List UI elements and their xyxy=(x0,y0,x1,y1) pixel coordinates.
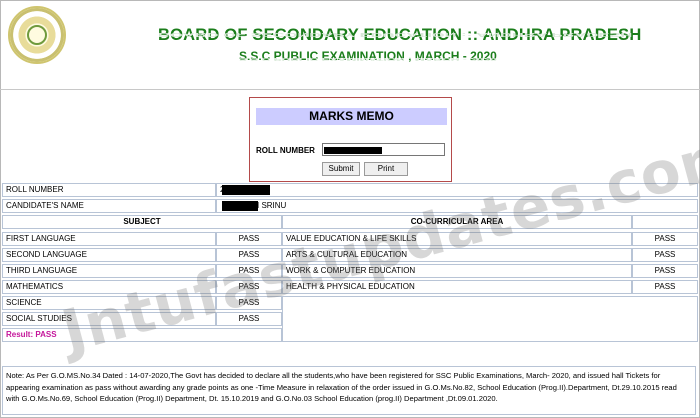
header-divider xyxy=(0,89,700,90)
co-curricular-result: PASS xyxy=(632,264,698,278)
roll-redaction xyxy=(222,185,270,195)
marks-memo-form: MARKS MEMO ROLL NUMBER Submit Print xyxy=(249,97,452,182)
candidate-name-header: CANDIDATE'S NAME xyxy=(2,199,216,213)
ap-emblem-logo xyxy=(8,6,66,64)
board-title-reflection: BOARD OF SECONDARY EDUCATION :: ANDHRA P… xyxy=(158,31,633,38)
co-curricular-result: PASS xyxy=(632,280,698,294)
exam-title-reflection: S.S.C PUBLIC EXAMINATION , MARCH - 2020 xyxy=(239,57,497,62)
subject-header: SUBJECT xyxy=(2,215,282,229)
roll-number-header: ROLL NUMBER xyxy=(2,183,216,197)
govt-order-note: Note: As Per G.O.MS.No.34 Dated : 14-07-… xyxy=(2,366,696,415)
name-redaction xyxy=(222,201,258,211)
memo-title: MARKS MEMO xyxy=(256,108,447,125)
subject-name: FIRST LANGUAGE xyxy=(2,232,216,246)
submit-button[interactable]: Submit xyxy=(322,162,360,176)
page-header: BOARD OF SECONDARY EDUCATION :: ANDHRA P… xyxy=(1,1,699,89)
roll-number-label: ROLL NUMBER xyxy=(256,146,315,155)
roll-number-input[interactable] xyxy=(322,143,445,156)
print-button[interactable]: Print xyxy=(364,162,408,176)
candidate-name-text: I SRINU xyxy=(257,201,287,210)
subject-name: SECOND LANGUAGE xyxy=(2,248,216,262)
co-curricular-result: PASS xyxy=(632,248,698,262)
empty-area xyxy=(282,296,698,342)
co-curricular-result: PASS xyxy=(632,232,698,246)
co-curricular-header-blank xyxy=(632,215,698,229)
